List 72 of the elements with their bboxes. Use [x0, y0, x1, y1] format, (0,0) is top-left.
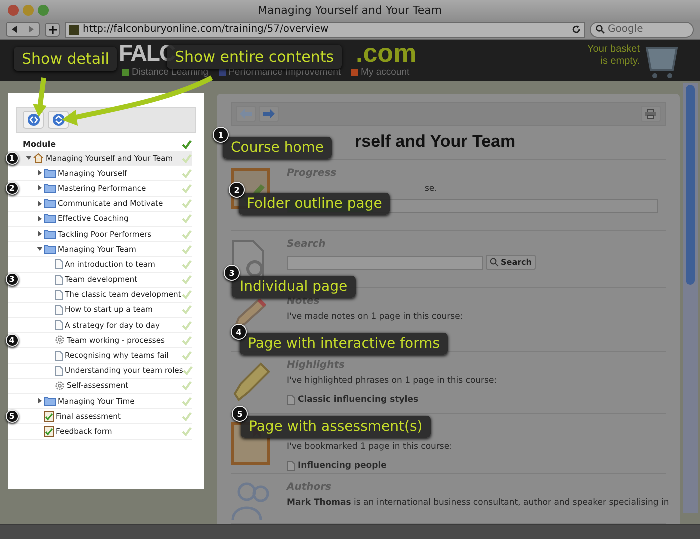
- highlighter-icon: [231, 360, 271, 402]
- folder-icon: [44, 244, 56, 254]
- print-button[interactable]: [641, 106, 661, 122]
- column-header: Module: [23, 140, 56, 149]
- folder-icon: [44, 230, 56, 239]
- page-icon: [287, 461, 295, 472]
- page-link[interactable]: Influencing people: [287, 461, 666, 472]
- callout-label: Individual page: [232, 276, 356, 298]
- page-icon: [287, 395, 295, 406]
- callout-label: Course home: [223, 137, 332, 159]
- checkmark-icon: [183, 366, 194, 376]
- folder-icon: [44, 184, 56, 193]
- add-bookmark-button[interactable]: [45, 22, 60, 37]
- page-icon: [55, 350, 63, 361]
- caret-down-icon[interactable]: [26, 155, 32, 162]
- cart-icon[interactable]: [645, 44, 679, 80]
- page-icon: [55, 366, 63, 376]
- plus-icon: [48, 26, 56, 34]
- search-button[interactable]: Search: [486, 255, 536, 270]
- callout-label: Page with interactive forms: [240, 333, 448, 355]
- number-badge: 4: [6, 334, 18, 347]
- folder-icon: [44, 396, 56, 406]
- logo-text: .com: [356, 41, 417, 66]
- number-badge: 1: [6, 152, 18, 165]
- callout-label: Page with assessment(s): [241, 416, 431, 438]
- logo-text: FALC: [119, 41, 176, 66]
- back-icon: [12, 26, 18, 34]
- forward-icon: [28, 26, 34, 34]
- folder-icon: [44, 168, 56, 178]
- section-text: I've made notes on 1 page in this course:: [287, 312, 464, 322]
- page-icon: [55, 259, 63, 270]
- number-badge: 5: [6, 410, 18, 423]
- progress-text: se.: [424, 184, 438, 194]
- search-field[interactable]: [287, 256, 483, 270]
- house-icon: [33, 153, 44, 164]
- gear-icon: [55, 380, 65, 391]
- clipboard-check-icon: [44, 410, 54, 422]
- page-icon: [55, 304, 63, 315]
- page-link[interactable]: Classic influencing styles: [287, 395, 666, 406]
- number-badge: 3: [6, 273, 18, 286]
- show-contents-button[interactable]: [48, 111, 69, 130]
- callout-label: Folder outline page: [239, 193, 390, 215]
- show-detail-button[interactable]: [23, 111, 44, 130]
- reload-icon[interactable]: [572, 25, 581, 34]
- printer-icon: [645, 108, 657, 119]
- clipboard-check-icon: [44, 426, 54, 437]
- search-icon: [596, 25, 605, 34]
- callout-label: Show detail: [14, 47, 118, 71]
- gear-icon: [55, 335, 65, 346]
- page-icon: [55, 290, 63, 300]
- close-icon[interactable]: [8, 4, 19, 16]
- pointer-arrow: [33, 78, 47, 117]
- basket-status: Your basket is empty.: [586, 44, 640, 68]
- window-title: Managing Yourself and Your Team: [256, 4, 444, 17]
- scrollbar[interactable]: [683, 83, 698, 514]
- section-text: I've highlighted phrases on 1 page in this course:: [287, 376, 498, 386]
- folder-icon: [44, 199, 56, 208]
- number-badge: 2: [6, 182, 18, 195]
- back-arrow-icon: [240, 108, 252, 119]
- search-icon: [490, 258, 499, 268]
- number-badge: 1: [213, 127, 229, 143]
- address-field[interactable]: http://falconburyonline.com/training/57/overview: [65, 22, 585, 38]
- folder-icon: [44, 214, 56, 224]
- search-field[interactable]: Google: [590, 22, 694, 38]
- section-text: I've bookmarked 1 page in this course:: [287, 442, 454, 452]
- forward-arrow-icon: [263, 108, 275, 119]
- author-bio: Mark Thomas is an international business consultant, author and speaker specialising in: [287, 498, 670, 508]
- expand-horizontal-icon: [28, 114, 40, 126]
- page-icon: [55, 274, 63, 285]
- site-favicon: [69, 24, 79, 35]
- expand-vertical-icon: [52, 114, 64, 126]
- page-icon: [55, 320, 63, 330]
